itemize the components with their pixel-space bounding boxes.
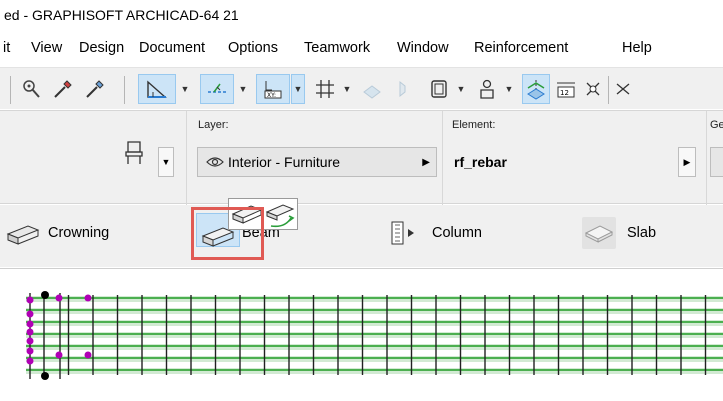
layer-icon[interactable] xyxy=(358,74,386,104)
rebar-hotspot xyxy=(84,351,92,359)
menu-edit[interactable]: it xyxy=(3,40,10,56)
dimension-icon[interactable]: 12 xyxy=(553,74,579,104)
chevron-right-icon[interactable]: ▶ xyxy=(678,147,696,177)
eyedropper-inject-icon[interactable] xyxy=(82,74,108,104)
rebar-selection-node xyxy=(41,372,49,380)
magic-wand-icon[interactable] xyxy=(18,74,44,104)
rebar-hotspot xyxy=(55,294,63,302)
rebar-hotspot xyxy=(55,351,63,359)
slab-icon[interactable] xyxy=(582,217,616,249)
svg-text:12: 12 xyxy=(560,89,569,97)
rebar-selection-node xyxy=(41,291,49,299)
crowning-icon[interactable] xyxy=(6,220,40,251)
rebar-hotspot xyxy=(26,347,34,355)
guideline-icon[interactable] xyxy=(138,74,176,104)
rebar-stirrups xyxy=(29,293,707,379)
eyedropper-pick-icon[interactable] xyxy=(50,74,76,104)
chevron-down-icon[interactable]: ▼ xyxy=(340,74,354,104)
rebar-hotspot xyxy=(26,320,34,328)
coordinate-icon[interactable]: XY: xyxy=(256,74,290,104)
title-bar: ed - GRAPHISOFT ARCHICAD-64 21 xyxy=(0,0,723,30)
chevron-right-icon: ▶ xyxy=(422,156,430,168)
infobox-divider xyxy=(706,111,707,205)
svg-text:XY:: XY: xyxy=(267,92,276,99)
rebar-hotspot xyxy=(26,296,34,304)
pin-icon[interactable] xyxy=(581,74,605,104)
column-tool-label[interactable]: Column xyxy=(432,225,482,241)
chevron-down-icon[interactable]: ▼ xyxy=(178,74,192,104)
chair-object-icon[interactable] xyxy=(114,137,154,167)
rebar-hotspot xyxy=(26,328,34,336)
geometry-method-button[interactable] xyxy=(710,147,723,177)
element-label: Element: xyxy=(452,119,496,131)
chevron-down-icon[interactable]: ▼ xyxy=(454,74,468,104)
layer-dropdown[interactable]: Interior - Furniture ▶ xyxy=(197,147,437,177)
infobox-divider xyxy=(442,111,443,205)
menu-reinforcement[interactable]: Reinforcement xyxy=(474,40,568,56)
chevron-down-icon[interactable]: ▼ xyxy=(291,74,305,104)
highlight-annotation xyxy=(191,207,264,260)
eye-icon xyxy=(206,156,224,168)
element-name: rf_rebar xyxy=(454,154,507,170)
menu-window[interactable]: Window xyxy=(397,40,449,56)
rectangle-icon[interactable] xyxy=(426,74,452,104)
menu-document[interactable]: Document xyxy=(139,40,205,56)
column-icon[interactable] xyxy=(388,219,428,252)
rebar-hotspot xyxy=(26,310,34,318)
rebar-longitudinal-bars xyxy=(26,296,723,374)
menu-view[interactable]: View xyxy=(31,40,62,56)
rebar-hotspot xyxy=(26,357,34,365)
menu-options[interactable]: Options xyxy=(228,40,278,56)
rebar-edit-nodes xyxy=(26,291,92,380)
display-options-icon[interactable] xyxy=(522,74,550,104)
rebar-drawing xyxy=(26,291,723,380)
toolbar-separator xyxy=(124,76,125,104)
drawing-canvas[interactable] xyxy=(0,268,723,401)
menu-help[interactable]: Help xyxy=(622,40,652,56)
snap-guide-icon[interactable] xyxy=(200,74,234,104)
window-title: ed - GRAPHISOFT ARCHICAD-64 21 xyxy=(4,7,239,23)
rebar-hotspot xyxy=(84,294,92,302)
intersect-icon[interactable] xyxy=(613,74,633,104)
figure-icon[interactable] xyxy=(474,74,500,104)
rebar-hotspot xyxy=(26,337,34,345)
standard-toolbar: ▼ ▼ XY: ▼ ▼ ▼ ▼ 12 xyxy=(0,67,723,109)
infobox-divider xyxy=(186,111,187,205)
geometry-label: Ge xyxy=(710,119,723,131)
info-box: ▼ Layer: Interior - Furniture ▶ Element:… xyxy=(0,110,723,205)
chevron-down-icon[interactable]: ▼ xyxy=(502,74,516,104)
grid-snap-icon[interactable] xyxy=(311,74,339,104)
curved-beam-icon[interactable] xyxy=(265,202,297,233)
crowning-tool-label[interactable]: Crowning xyxy=(48,225,109,241)
toolbox-row: Crowning Beam Column Slab xyxy=(0,205,723,267)
layer-label: Layer: xyxy=(198,119,229,131)
menu-design[interactable]: Design xyxy=(79,40,124,56)
layer-value: Interior - Furniture xyxy=(228,154,341,170)
chevron-down-icon[interactable]: ▼ xyxy=(236,74,250,104)
menu-teamwork[interactable]: Teamwork xyxy=(304,40,370,56)
chevron-down-icon[interactable]: ▼ xyxy=(158,147,174,177)
hotspot-icon[interactable] xyxy=(392,74,412,104)
slab-tool-label[interactable]: Slab xyxy=(627,225,656,241)
element-value: rf_rebar xyxy=(450,147,660,177)
menu-bar: it View Design Document Options Teamwork… xyxy=(0,34,723,64)
toolbar-separator xyxy=(10,76,11,104)
toolbar-separator xyxy=(608,76,609,104)
